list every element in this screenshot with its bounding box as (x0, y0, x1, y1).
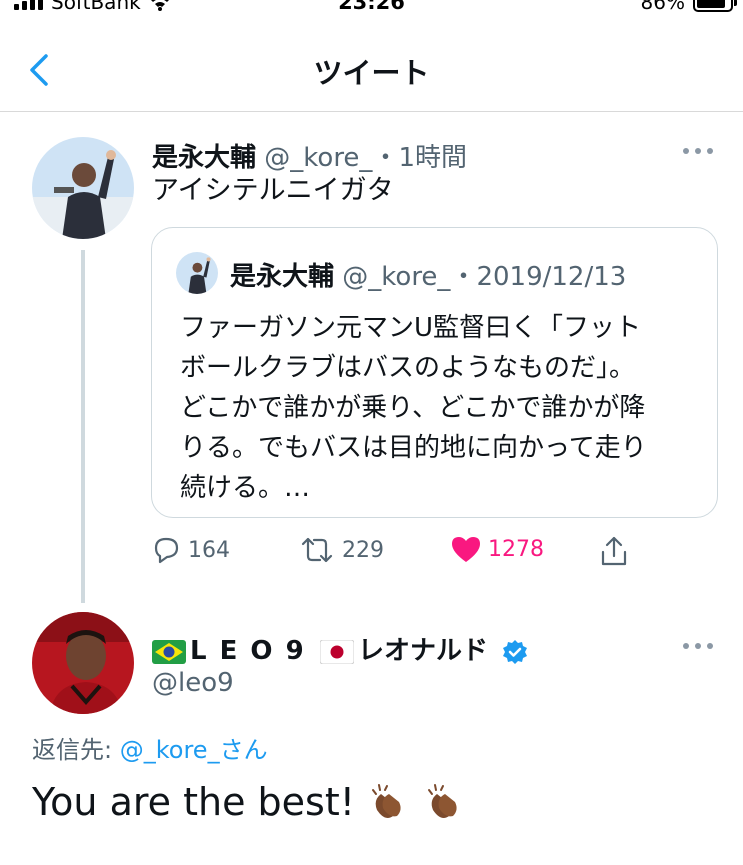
tweet-header: 是永大輔 @_kore_・1時間 (152, 137, 467, 174)
quote-text-line: ボールクラブはバスのようなものだ」。 (180, 353, 636, 383)
reply-text-body: You are the best! (32, 780, 355, 824)
tweet-actions: 164 229 1278 (150, 528, 650, 574)
reply-count: 164 (188, 537, 230, 563)
quote-text: ファーガソン元マンU監督曰く「フット ボールクラブはバスのようなものだ」。 どこ… (180, 308, 700, 508)
reply-to-mention[interactable]: @_kore_さん (120, 736, 268, 764)
retweet-icon (301, 537, 333, 563)
quote-tweet-card[interactable]: 是永大輔 @_kore_・2019/12/13 ファーガソン元マンU監督曰く「フ… (151, 227, 718, 518)
quote-author-handle: @_kore_ (342, 262, 451, 292)
retweet-count: 229 (342, 537, 384, 563)
flag-japan-icon (319, 639, 354, 664)
quote-text-line: りる。でもバスは目的地に向かって走り (180, 433, 647, 463)
author-name[interactable]: 是永大輔 (152, 143, 256, 173)
quote-text-line: ファーガソン元マンU監督曰く「フット (180, 313, 642, 343)
heart-icon (452, 537, 480, 562)
quote-author-name: 是永大輔 (230, 262, 335, 292)
retweet-button[interactable]: 229 (298, 534, 384, 566)
main-tweet[interactable]: 是永大輔 @_kore_・1時間 アイシテルニイガタ 是永大輔 @_kore_・… (0, 0, 743, 610)
reply-author-suffix[interactable]: レオナルド (358, 636, 488, 666)
avatar[interactable] (32, 137, 134, 239)
quote-header: 是永大輔 @_kore_・2019/12/13 (230, 256, 626, 293)
more-button[interactable] (681, 640, 715, 652)
author-handle[interactable]: @_kore_ (264, 143, 372, 173)
reply-icon (154, 537, 179, 564)
quote-avatar (176, 252, 218, 294)
quote-text-line: どこかで誰かが乗り、どこかで誰かが降 (180, 393, 646, 423)
tweet-text: アイシテルニイガタ (152, 175, 394, 206)
quote-text-line: 続ける。… (180, 473, 311, 503)
tweet-time: ・1時間 (372, 143, 467, 173)
flag-brazil-icon (152, 639, 186, 664)
reply-author-handle[interactable]: @leo9 (152, 668, 234, 698)
more-button[interactable] (681, 145, 715, 157)
thread-line (81, 250, 85, 603)
share-button[interactable] (598, 534, 630, 568)
clapping-hands-icon (427, 784, 457, 818)
reply-to-label: 返信先: (32, 736, 113, 764)
clapping-hands-icon (371, 784, 401, 818)
reply-header: L E O 9 レオナルド (152, 630, 528, 667)
reply-button[interactable]: 164 (150, 534, 230, 566)
reply-author-name[interactable]: L E O 9 (190, 636, 306, 666)
quote-date: ・2019/12/13 (450, 262, 627, 292)
avatar[interactable] (32, 612, 134, 714)
like-count: 1278 (488, 536, 544, 562)
verified-badge-icon (503, 639, 528, 664)
share-icon (601, 536, 627, 566)
reply-to-line: 返信先: @_kore_さん (32, 730, 268, 765)
like-button[interactable]: 1278 (450, 534, 544, 564)
reply-text: You are the best! (32, 780, 467, 824)
